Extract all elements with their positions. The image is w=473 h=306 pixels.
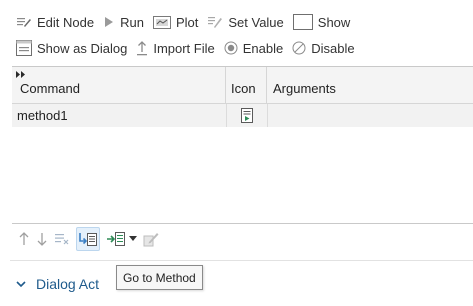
delete-button[interactable] — [54, 228, 70, 250]
go-to-method-button[interactable] — [76, 227, 100, 251]
run-button[interactable]: Run — [103, 15, 144, 30]
table-row[interactable]: method1 — [12, 104, 473, 127]
column-header-icon[interactable]: Icon — [226, 67, 267, 103]
plot-label: Plot — [175, 14, 199, 30]
icon-cell[interactable] — [226, 104, 268, 127]
toolbar-row-1: Edit Node Run Plot Set Value Show — [16, 11, 359, 33]
disable-button[interactable]: Disable — [292, 40, 355, 56]
column-header-arguments[interactable]: Arguments — [267, 67, 473, 103]
table-header: Command Icon Arguments — [12, 67, 473, 104]
plot-icon — [152, 15, 171, 29]
bottom-toolbar — [18, 227, 165, 251]
dialog-actions-section-header[interactable]: Dialog Act — [16, 274, 99, 294]
command-cell[interactable]: method1 — [17, 108, 68, 123]
set-value-icon — [208, 17, 223, 28]
show-label: Show — [317, 14, 351, 30]
disable-label: Disable — [311, 40, 355, 56]
chevron-down-icon[interactable] — [129, 236, 137, 242]
move-up-button[interactable] — [18, 228, 30, 250]
plot-button[interactable]: Plot — [152, 14, 199, 30]
toolbar-row-2: Show as Dialog Import File Enable Disabl… — [16, 37, 364, 59]
column-label-command: Command — [20, 81, 80, 96]
section-divider — [10, 260, 473, 261]
show-icon — [292, 14, 313, 30]
tooltip: Go to Method — [116, 265, 203, 290]
chevron-down-icon[interactable] — [16, 280, 26, 288]
enable-button[interactable]: Enable — [224, 41, 283, 56]
set-value-label: Set Value — [228, 14, 284, 30]
disable-icon — [292, 41, 306, 55]
edit-button[interactable] — [143, 228, 159, 250]
enable-label: Enable — [242, 40, 284, 56]
arrow-up-icon — [19, 232, 29, 245]
delete-list-icon — [55, 234, 69, 245]
insert-method-icon — [107, 232, 125, 246]
column-header-command[interactable]: Command — [12, 67, 226, 103]
import-file-button[interactable]: Import File — [136, 40, 215, 56]
edit-icon — [143, 233, 159, 247]
import-file-label: Import File — [153, 40, 215, 56]
edit-node-icon — [17, 18, 31, 27]
section-title: Dialog Act — [36, 276, 100, 292]
run-icon — [105, 17, 114, 27]
show-as-dialog-button[interactable]: Show as Dialog — [16, 40, 127, 56]
commands-table: Command Icon Arguments method1 — [12, 66, 473, 224]
run-label: Run — [120, 14, 144, 30]
insert-method-button[interactable] — [106, 228, 137, 250]
tooltip-text: Go to Method — [123, 270, 196, 285]
edit-node-button[interactable]: Edit Node — [16, 15, 94, 30]
column-label-arguments: Arguments — [273, 81, 336, 96]
set-value-button[interactable]: Set Value — [207, 14, 284, 30]
enable-icon — [224, 41, 238, 55]
method-document-icon — [241, 108, 253, 123]
move-down-button[interactable] — [36, 228, 48, 250]
expand-all-icon[interactable] — [16, 71, 26, 78]
show-button[interactable]: Show — [292, 14, 351, 30]
dialog-icon — [16, 40, 32, 56]
edit-node-label: Edit Node — [37, 14, 95, 30]
go-to-method-icon — [79, 233, 97, 246]
show-as-dialog-label: Show as Dialog — [37, 40, 128, 56]
column-label-icon: Icon — [231, 81, 256, 96]
arrow-down-icon — [37, 233, 47, 246]
import-file-icon — [137, 41, 148, 56]
